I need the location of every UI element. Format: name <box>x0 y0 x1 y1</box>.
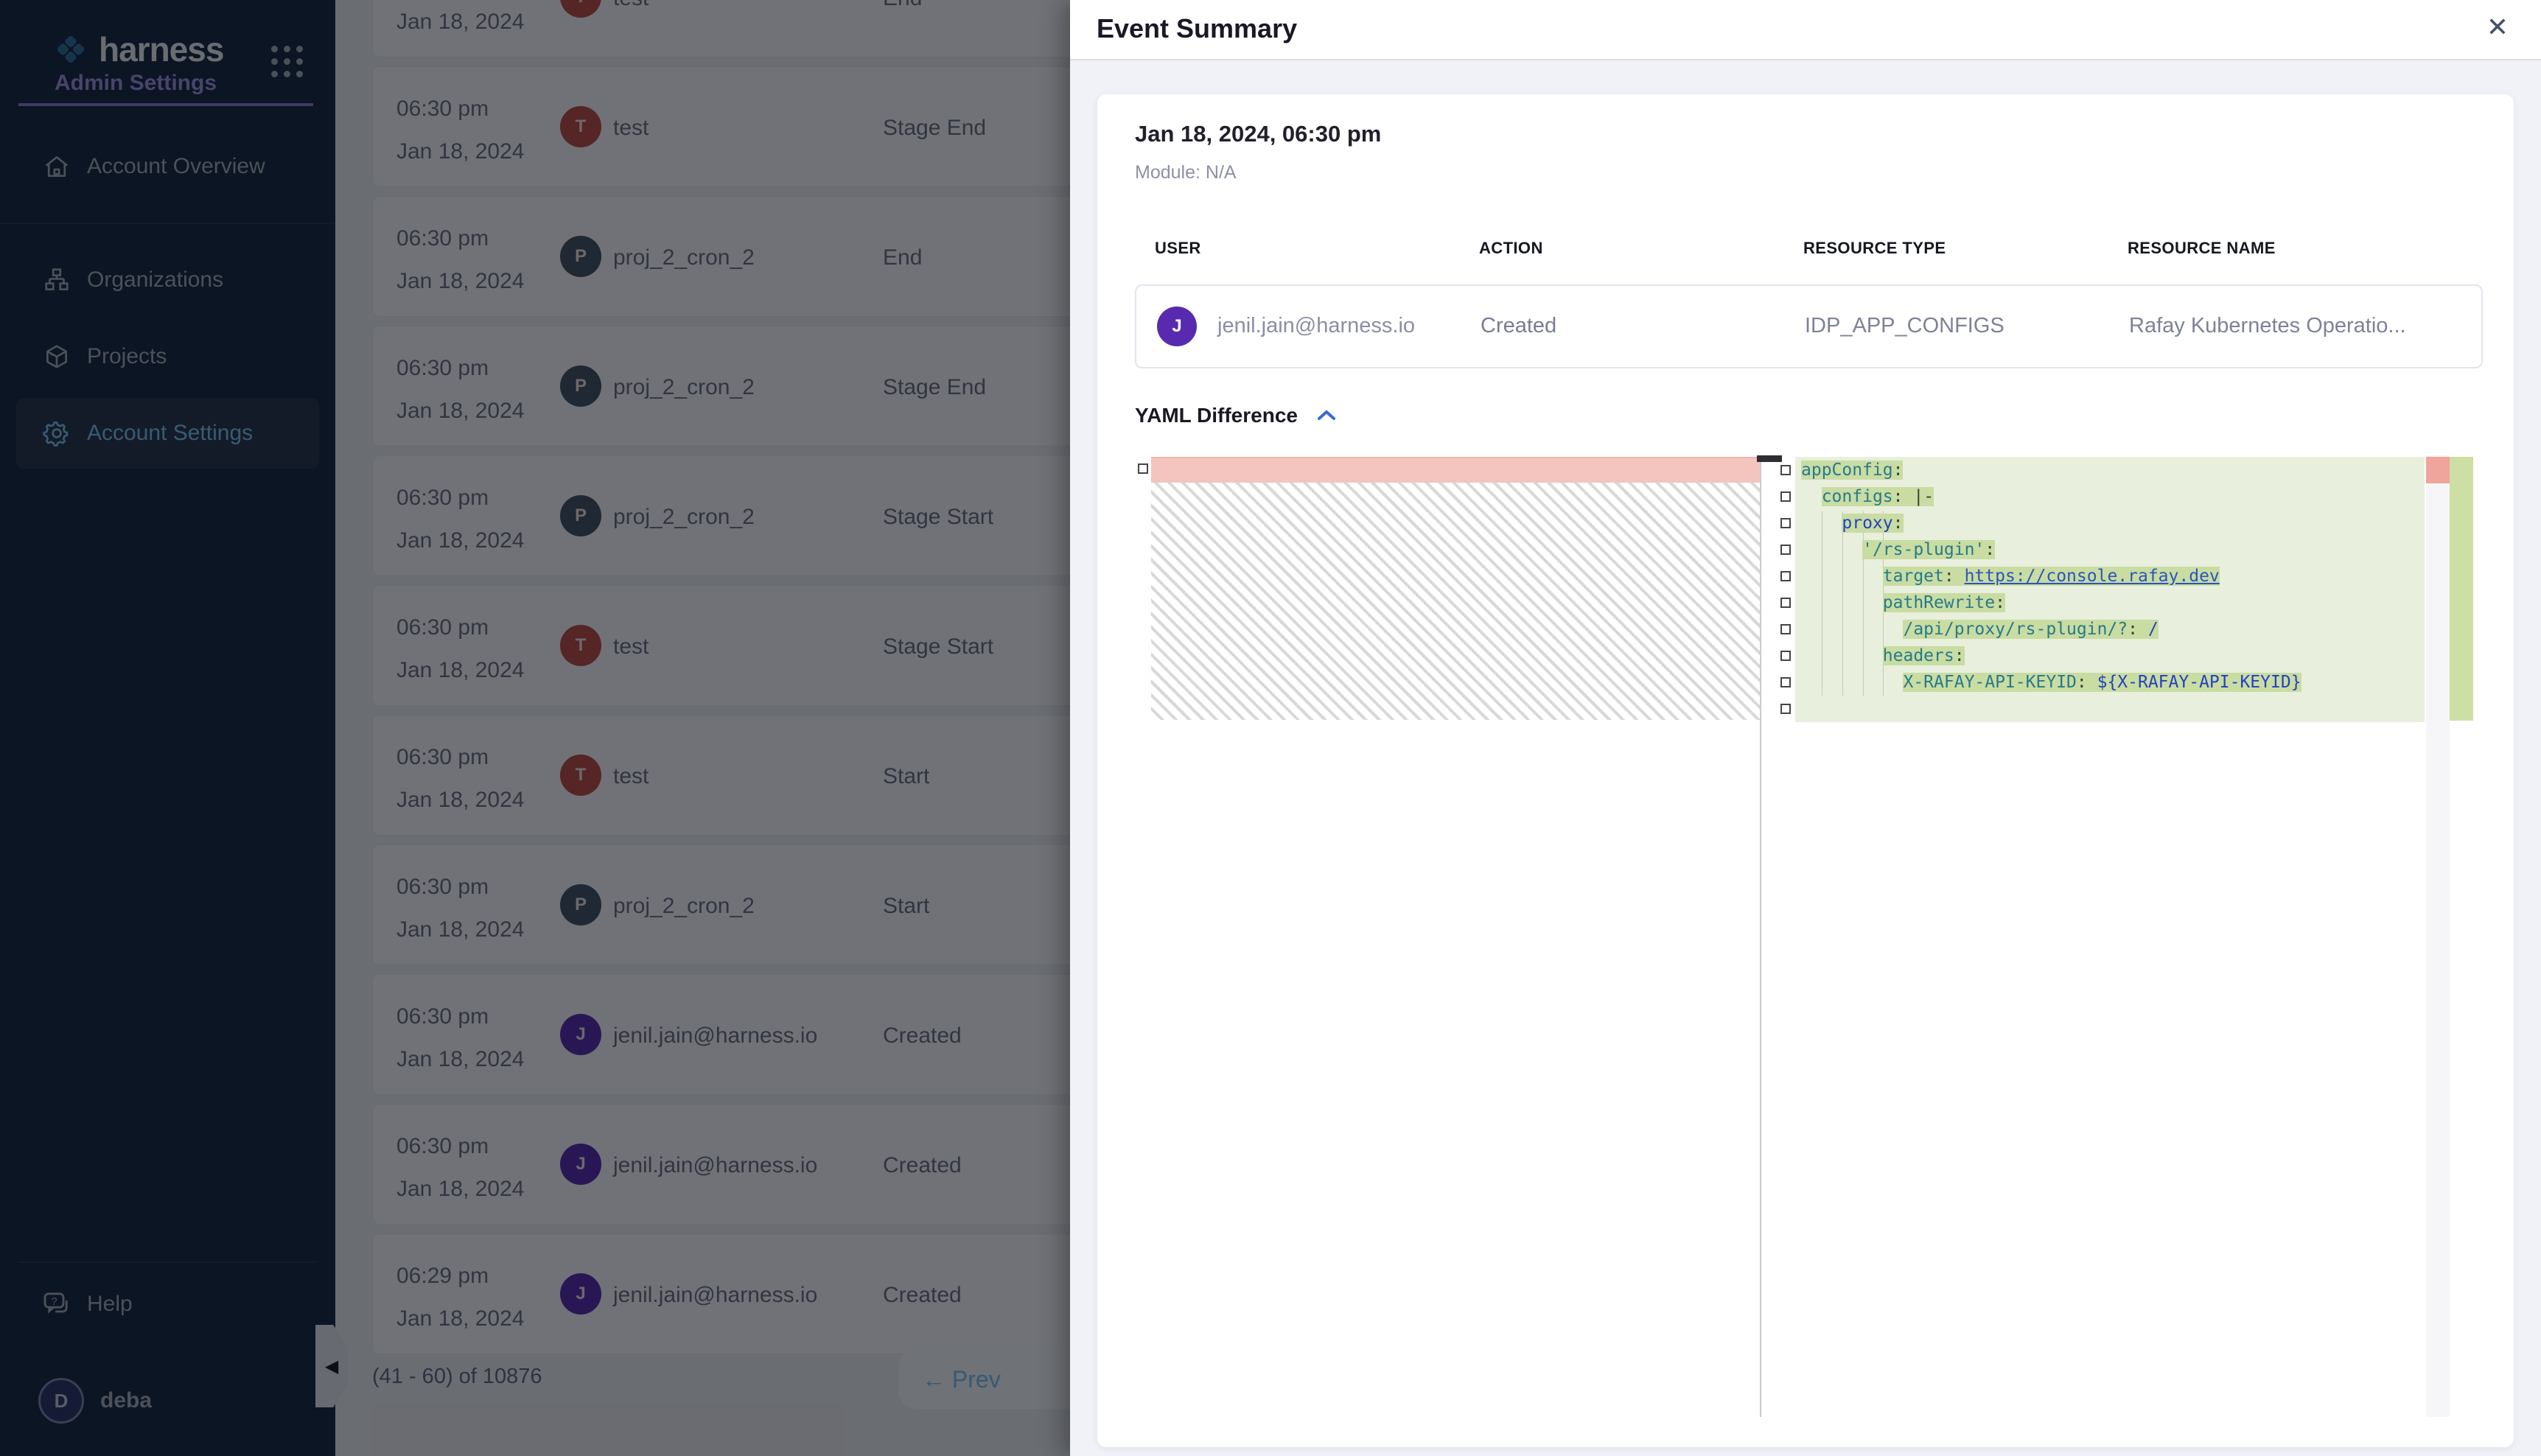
diff-line-marker <box>1780 704 1791 714</box>
modal-header: Event Summary ✕ <box>1070 0 2541 60</box>
added-text-highlight: appConfig: <box>1801 461 1903 480</box>
yaml-token: : <box>1944 567 1965 586</box>
yaml-token: : <box>1954 646 1965 665</box>
event-datetime: Jan 18, 2024, 06:30 pm <box>1135 121 1381 147</box>
event-summary-modal: Event Summary ✕ Jan 18, 2024, 06:30 pm M… <box>1070 0 2541 1456</box>
added-text-highlight: target: https://console.rafay.dev <box>1883 567 2220 586</box>
column-header-user: USER <box>1155 239 1201 258</box>
yaml-code-line: pathRewrite: <box>1795 589 2425 616</box>
yaml-code-line <box>1795 696 2425 722</box>
yaml-code-line: target: https://console.rafay.dev <box>1795 563 2425 589</box>
yaml-token: X-RAFAY-API-KEYID <box>1903 673 2076 692</box>
scrollbar-thumb[interactable] <box>1757 455 1782 462</box>
yaml-code-line: X-RAFAY-API-KEYID: ${X-RAFAY-API-KEYID} <box>1795 669 2425 696</box>
close-icon[interactable]: ✕ <box>2486 12 2509 43</box>
yaml-code-line: configs: |- <box>1795 483 2425 510</box>
user-avatar: J <box>1157 307 1197 346</box>
yaml-token: /api/proxy/rs-plugin/? <box>1903 620 2128 639</box>
diff-line-marker <box>1138 463 1148 474</box>
yaml-token: headers <box>1883 646 1954 665</box>
diff-pane-after: appConfig: configs: |- proxy: '/rs-plugi… <box>1761 455 2476 1417</box>
diff-line-marker <box>1780 571 1791 581</box>
yaml-token: configs <box>1822 487 1893 506</box>
yaml-code-line: '/rs-plugin': <box>1795 536 2425 563</box>
yaml-token: pathRewrite <box>1883 593 1995 612</box>
event-summary-card: Jan 18, 2024, 06:30 pm Module: N/A USER A… <box>1097 94 2514 1447</box>
yaml-token: : <box>2128 620 2148 639</box>
yaml-difference-label: YAML Difference <box>1135 404 1298 427</box>
diff-line-marker <box>1780 598 1791 608</box>
diff-line-marker <box>1780 491 1791 502</box>
modal-body: Jan 18, 2024, 06:30 pm Module: N/A USER A… <box>1070 60 2541 1456</box>
yaml-token: appConfig <box>1801 461 1893 480</box>
diff-line-marker <box>1780 677 1791 687</box>
row-action: Created <box>1481 314 1556 338</box>
yaml-code-line: proxy: <box>1795 510 2425 536</box>
yaml-token: target <box>1883 567 1944 586</box>
diff-line-marker <box>1780 545 1791 555</box>
yaml-token: |- <box>1913 487 1934 506</box>
yaml-token: https://console.rafay.dev <box>1965 567 2220 586</box>
yaml-code-line: /api/proxy/rs-plugin/?: / <box>1795 616 2425 643</box>
removed-region-marker <box>2426 457 2450 483</box>
yaml-token: ${X-RAFAY-API-KEYID} <box>2097 673 2301 692</box>
yaml-token: : <box>1893 514 1904 533</box>
added-text-highlight: /api/proxy/rs-plugin/?: / <box>1903 620 2158 639</box>
yaml-token: : <box>1995 593 2005 612</box>
added-text-highlight: configs: |- <box>1822 487 1934 506</box>
added-text-highlight: '/rs-plugin': <box>1862 540 1995 559</box>
yaml-token: : <box>1893 461 1904 480</box>
diff-line-marker <box>1780 624 1791 634</box>
diff-pane-before <box>1135 455 1760 1417</box>
overview-scroll-track[interactable] <box>2426 455 2450 1417</box>
empty-region-hatch <box>1151 483 1760 720</box>
yaml-diff-editor[interactable]: appConfig: configs: |- proxy: '/rs-plugi… <box>1135 455 2476 1417</box>
column-header-resource-name: RESOURCE NAME <box>2128 239 2276 258</box>
yaml-token: proxy <box>1842 514 1892 533</box>
chevron-up-icon[interactable] <box>1317 409 1336 422</box>
yaml-token: / <box>2148 620 2159 639</box>
yaml-token: : <box>1985 540 1995 559</box>
added-text-highlight: X-RAFAY-API-KEYID: ${X-RAFAY-API-KEYID} <box>1903 673 2301 692</box>
added-text-highlight: pathRewrite: <box>1883 593 2005 612</box>
added-text-highlight: proxy: <box>1842 514 1903 533</box>
row-resource-name: Rafay Kubernetes Operatio... <box>2129 314 2406 338</box>
diff-line-marker <box>1780 518 1791 528</box>
added-region-ruler <box>2450 457 2473 721</box>
row-resource-type: IDP_APP_CONFIGS <box>1805 314 2005 338</box>
column-header-resource-type: RESOURCE TYPE <box>1803 239 1946 258</box>
yaml-code-block: appConfig: configs: |- proxy: '/rs-plugi… <box>1795 457 2425 722</box>
yaml-code-line: appConfig: <box>1795 457 2425 483</box>
diff-line-marker <box>1780 651 1791 661</box>
removed-line-bar <box>1151 457 1760 484</box>
modal-title: Event Summary <box>1097 13 1297 44</box>
diff-line-marker <box>1780 465 1791 475</box>
added-text-highlight: headers: <box>1883 646 1965 665</box>
yaml-token: '/rs-plugin' <box>1862 540 1985 559</box>
summary-table-row: J jenil.jain@harness.io Created IDP_APP_… <box>1135 284 2483 368</box>
summary-table-header: USER ACTION RESOURCE TYPE RESOURCE NAME <box>1097 239 2514 261</box>
yaml-token: : <box>1893 487 1914 506</box>
row-user: jenil.jain@harness.io <box>1217 314 1415 338</box>
event-module: Module: N/A <box>1135 162 1237 183</box>
yaml-token: : <box>2077 673 2097 692</box>
yaml-code-line: headers: <box>1795 643 2425 669</box>
column-header-action: ACTION <box>1479 239 1543 258</box>
